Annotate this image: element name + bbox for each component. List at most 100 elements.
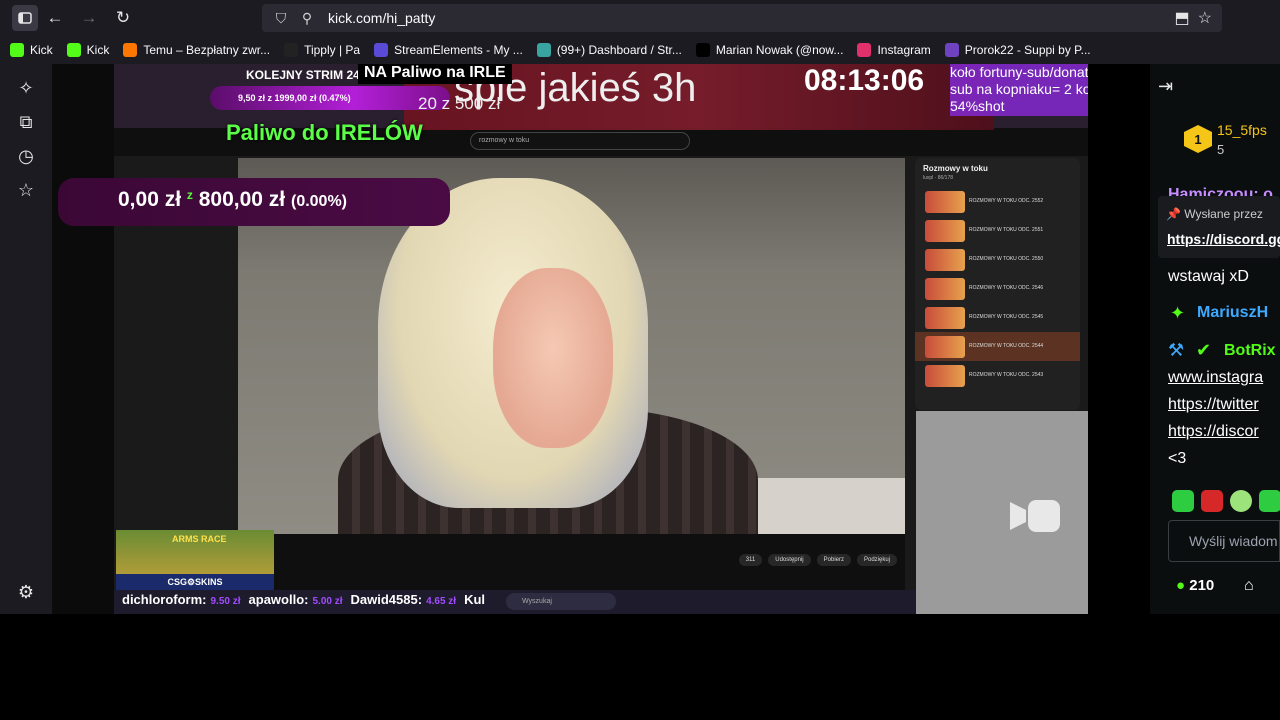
webcam-placeholder (916, 411, 1088, 614)
bookmark-favicon-icon (536, 43, 551, 57)
playlist-thumb (925, 306, 965, 329)
playlist-item-title: ROZMOWY W TOKU ODC. 2546 (969, 285, 1044, 291)
video-player[interactable]: rozmowy w toku 544 311UdostępnijPobierzP… (52, 64, 1088, 614)
pinned-label-text: Wysłane przez (1184, 207, 1263, 221)
playlist-thumb (925, 277, 965, 300)
overlay-wheel-text: koło fortuny-sub/donate 30Zł. sub na kop… (950, 64, 1088, 115)
settings-gear-icon[interactable]: ⚙ (14, 580, 38, 604)
playlist-thumb (925, 219, 965, 242)
store-icon[interactable]: ⌂ (1244, 577, 1254, 595)
donor-ticker: dichloroform: 9.50 zł apawollo: 5.00 zł Dawi… (122, 592, 508, 610)
chat-link-1[interactable]: www.instagra (1168, 369, 1263, 387)
bookmark-item[interactable]: Temu – Bezpłatny zwr... (123, 43, 270, 57)
chat-input[interactable]: Wyślij wiadom (1168, 520, 1280, 562)
chat-link-2[interactable]: https://twitter (1168, 396, 1259, 414)
bookmark-item[interactable]: Kick (66, 43, 109, 57)
playlist-item: ROZMOWY W TOKU ODC. 2544 (915, 332, 1080, 361)
bookmark-item[interactable]: Marian Nowak (@now... (695, 43, 844, 57)
overlay-goal-bar: 9,50 zł z 1999,00 zł (0.47%) (210, 86, 450, 110)
points-value: 210 (1189, 577, 1215, 594)
yt-action-chip: Pobierz (816, 554, 851, 566)
bookmark-label: Marian Nowak (@now... (715, 43, 844, 57)
arms-race-title: ARMS RACE (172, 534, 227, 544)
donor-amount: 5.00 zł (312, 596, 343, 607)
collapse-chat-icon[interactable]: ⇥ (1158, 76, 1173, 97)
pinned-message (1158, 196, 1280, 258)
chat-user-count: 5 (1217, 142, 1225, 157)
playlist-item: ROZMOWY W TOKU ODC. 2552 (915, 187, 1080, 216)
chat-bot[interactable]: BotRix (1224, 342, 1276, 360)
playlist-item: ROZMOWY W TOKU ODC. 2546 (915, 274, 1080, 303)
playlist-item-title: ROZMOWY W TOKU ODC. 2551 (969, 227, 1044, 233)
bookmark-label: Kick (30, 43, 53, 57)
playlist-thumb (925, 248, 965, 271)
yt-action-chip: Podziękuj (856, 554, 897, 566)
wheel-line-2: sub na kopniaku= 2 koła (950, 81, 1088, 97)
bookmark-favicon-icon (695, 43, 710, 57)
back-icon[interactable]: ← (38, 3, 72, 33)
pinned-link[interactable]: https://discord.gg (1167, 231, 1280, 247)
channel-points[interactable]: ● 210 (1176, 577, 1214, 594)
playlist-title: Rozmowy w toku (923, 164, 988, 173)
yt-action-chip: Udostępnij (768, 554, 811, 566)
bookmark-label: Prorok22 - Suppi by P... (964, 43, 1091, 57)
donor-name: Kul (464, 592, 486, 607)
url-text[interactable]: kick.com/hi_patty (328, 10, 435, 26)
overlay-paliwo: Paliwo do IRELÓW (226, 120, 423, 145)
chat-user[interactable]: 15_5fps (1217, 122, 1267, 138)
mod-sword-icon: ⚒ (1168, 340, 1185, 360)
bookmarks-bar: Kick Kick Temu – Bezpłatny zwr... Tipply | … (0, 36, 1280, 64)
chat-link-3[interactable]: https://discor (1168, 423, 1259, 441)
wheel-pct: 4% (957, 98, 979, 114)
money-target: 800,00 zł (198, 188, 286, 211)
stream-frame: rozmowy w toku 544 311UdostępnijPobierzP… (114, 64, 1088, 614)
bookmark-item[interactable]: Instagram (857, 43, 931, 57)
sidebar-toggle-icon[interactable] (12, 5, 38, 31)
overlay-goal-small: 20 z 500 zł (418, 94, 501, 113)
bookmark-item[interactable]: StreamElements - My ... (374, 43, 523, 57)
bookmark-item[interactable]: Tipply | Pa (284, 43, 360, 57)
overlay-na-paliwo: NA Paliwo na IRLE (358, 64, 512, 84)
site-settings-icon[interactable]: ⚲ (296, 7, 318, 29)
forward-icon[interactable]: → (72, 3, 106, 33)
bookmark-star-icon[interactable]: ☆ (1198, 8, 1212, 28)
playlist-sub: luxpl · 86/178 (923, 175, 954, 181)
taskbar-search: Wyszukaj (506, 593, 616, 610)
reader-view-icon[interactable]: ⬒ (1175, 8, 1190, 28)
ai-sparkle-icon[interactable]: ✧ (14, 76, 38, 100)
money-pct: (0.00%) (290, 193, 348, 210)
playlist-item-title: ROZMOWY W TOKU ODC. 2545 (969, 314, 1044, 320)
chat-user-2[interactable]: MariuszH (1197, 304, 1268, 322)
bookmarks-icon[interactable]: ☆ (14, 178, 38, 202)
sparkle-badge-icon: ✦ (1170, 303, 1186, 323)
bookmark-label: Instagram (877, 43, 931, 57)
playlist-thumb (925, 364, 965, 387)
playlist-item: ROZMOWY W TOKU ODC. 2551 (915, 216, 1080, 245)
bookmark-favicon-icon (284, 43, 299, 57)
emote-chat-icon[interactable] (1259, 490, 1280, 512)
bookmark-favicon-icon (374, 43, 389, 57)
chat-heart: <3 (1168, 450, 1187, 467)
wheel-shot: shot (978, 98, 1005, 114)
player-chat-gap (1088, 64, 1150, 614)
synced-tabs-icon[interactable]: ⧉ (14, 110, 38, 134)
playlist-item-title: ROZMOWY W TOKU ODC. 2552 (969, 198, 1044, 204)
reload-icon[interactable]: ↻ (106, 3, 140, 33)
shield-icon[interactable]: ⛉ (270, 7, 292, 29)
overlay-strim-title: KOLEJNY STRIM 24H (246, 68, 369, 82)
bookmark-item[interactable]: Kick (10, 43, 53, 57)
verified-badge-icon: ✔ (1196, 340, 1212, 360)
bookmark-label: Tipply | Pa (304, 43, 361, 57)
bookmark-item[interactable]: Prorok22 - Suppi by P... (944, 43, 1091, 57)
playlist-thumb (925, 190, 965, 213)
history-icon[interactable]: ◷ (14, 144, 38, 168)
emote-green-icon[interactable] (1172, 490, 1194, 512)
address-bar[interactable]: ⛉ ⚲ kick.com/hi_patty ⬒ ☆ (262, 4, 1222, 32)
emote-skull-icon[interactable] (1230, 490, 1252, 512)
bookmark-favicon-icon (10, 43, 24, 57)
bookmark-item[interactable]: (99+) Dashboard / Str... (536, 43, 682, 57)
emote-angry-icon[interactable] (1201, 490, 1223, 512)
donor-amount: 4.65 zł (426, 596, 457, 607)
bookmark-favicon-icon (66, 43, 81, 57)
playlist-item: ROZMOWY W TOKU ODC. 2543 (915, 361, 1080, 390)
